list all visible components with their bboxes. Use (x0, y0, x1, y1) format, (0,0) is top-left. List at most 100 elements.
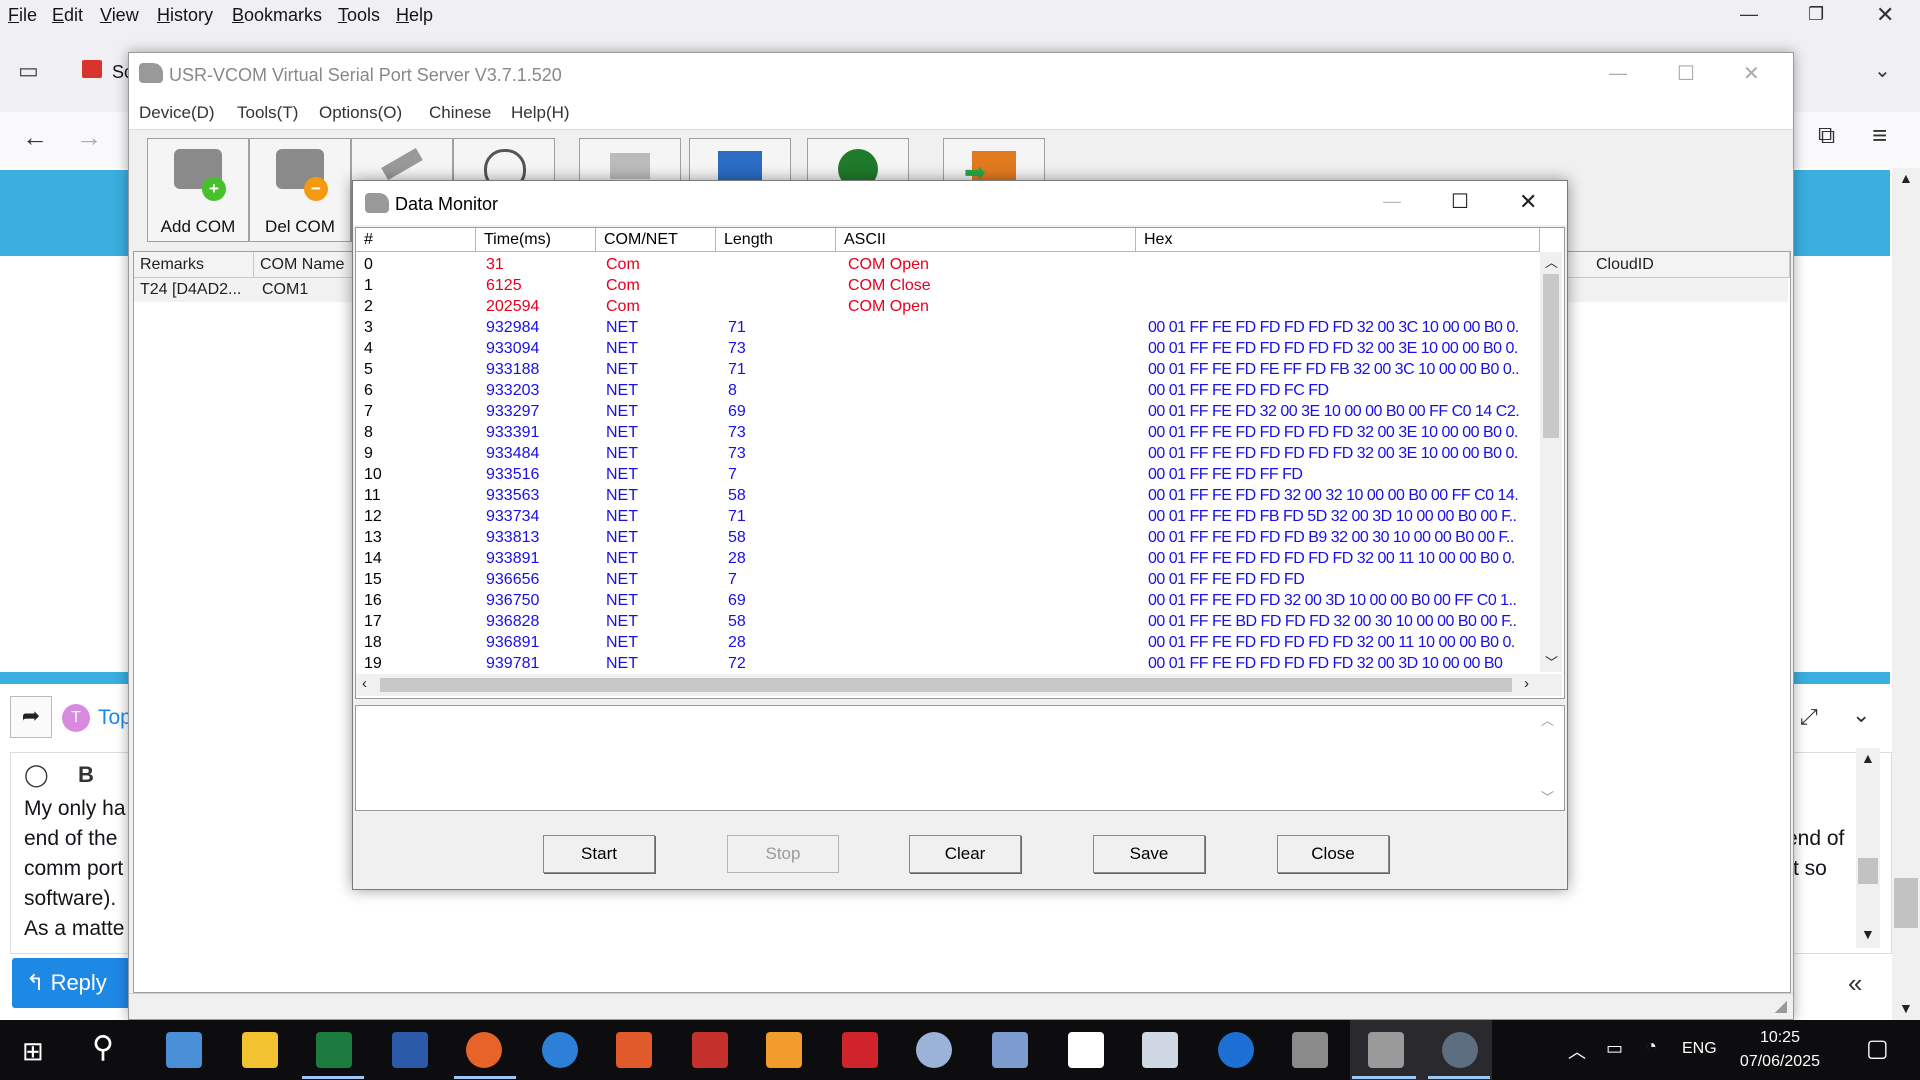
reply-button[interactable]: ↰ Reply (12, 958, 130, 1008)
bold-button[interactable]: B (78, 762, 94, 788)
collapse-icon[interactable]: ⌄ (1852, 702, 1870, 728)
table-row[interactable]: 15 936656 NET 7 00 01 FF FE FD FD FD (356, 569, 1536, 590)
menu-chinese[interactable]: Chinese (429, 103, 491, 123)
table-row[interactable]: 1 6125 Com COM Close (356, 275, 1536, 296)
file-explorer-icon[interactable] (242, 1032, 278, 1068)
menu-help[interactable]: Help (396, 5, 433, 26)
save-button[interactable]: Save (1093, 835, 1205, 873)
send-textarea[interactable]: ︿ ﹀ (355, 705, 1565, 811)
clock[interactable]: 10:25 07/06/2025 (1740, 1026, 1820, 1074)
table-row[interactable]: 10 933516 NET 7 00 01 FF FE FD FF FD (356, 464, 1536, 485)
menu-help[interactable]: Help(H) (511, 103, 570, 123)
scroll-thumb[interactable] (1894, 878, 1918, 928)
table-row[interactable]: 18 936891 NET 28 00 01 FF FE FD FD FD FD FD … (356, 632, 1536, 653)
add-com-button[interactable]: + Add COM (147, 138, 249, 242)
table-row[interactable]: 14 933891 NET 28 00 01 FF FE FD FD FD FD FD … (356, 548, 1536, 569)
tab-manager-icon[interactable]: ▭ (18, 58, 39, 84)
paint-icon[interactable] (916, 1032, 952, 1068)
extensions-icon[interactable]: ⧉ (1818, 122, 1835, 150)
log-vscrollbar[interactable]: ︿ ﹀ (1540, 252, 1562, 672)
menu-edit[interactable]: Edit (52, 5, 83, 26)
scroll-down-icon[interactable]: ▼ (1899, 1000, 1913, 1016)
clear-button[interactable]: Clear (909, 835, 1021, 873)
camera-icon[interactable] (1142, 1032, 1178, 1068)
minimize-icon[interactable]: — (1383, 191, 1401, 212)
language-indicator[interactable]: ENG (1682, 1040, 1717, 1058)
table-row[interactable]: 13 933813 NET 58 00 01 FF FE FD FD FD B9 32 … (356, 527, 1536, 548)
table-row[interactable]: 3 932984 NET 71 00 01 FF FE FD FD FD FD FD 3… (356, 317, 1536, 338)
restore-icon[interactable]: ❐ (1808, 4, 1824, 25)
menu-history[interactable]: History (157, 5, 213, 26)
vcom-tray-icon[interactable] (1292, 1032, 1328, 1068)
editor-text-left[interactable]: My only ha end of the comm port software… (24, 794, 126, 944)
word-icon[interactable] (392, 1032, 428, 1068)
menu-tools[interactable]: Tools (338, 5, 380, 26)
excel-icon[interactable] (316, 1032, 352, 1068)
scroll-up-icon[interactable]: ︿ (1545, 252, 1558, 271)
internet-explorer-icon[interactable] (1218, 1032, 1254, 1068)
share-icon[interactable]: ➦ (10, 696, 52, 738)
scroll-thumb[interactable] (1543, 274, 1559, 438)
double-chevron-left-icon[interactable]: « (1848, 968, 1862, 999)
table-row[interactable]: 11 933563 NET 58 00 01 FF FE FD FD 32 00 32 … (356, 485, 1536, 506)
col-remarks[interactable]: Remarks (134, 252, 254, 278)
page-scrollbar[interactable]: ▲ ▼ (1892, 168, 1920, 1024)
start-button[interactable]: Start (543, 835, 655, 873)
tool-icon[interactable] (992, 1032, 1028, 1068)
col-length[interactable]: Length (716, 228, 836, 252)
table-row[interactable]: 2 202594 Com COM Open (356, 296, 1536, 317)
app-icon[interactable] (692, 1032, 728, 1068)
minimize-icon[interactable]: — (1609, 63, 1627, 84)
tray-chevron-up-icon[interactable]: ︿ (1568, 1038, 1586, 1064)
table-row[interactable]: 16 936750 NET 69 00 01 FF FE FD FD 32 00 3D … (356, 590, 1536, 611)
vcom-titlebar[interactable]: USR-VCOM Virtual Serial Port Server V3.7… (129, 53, 1793, 97)
col-hex[interactable]: Hex (1136, 228, 1540, 252)
menu-options[interactable]: Options(O) (319, 103, 402, 123)
close-icon[interactable]: ✕ (1876, 2, 1894, 28)
dialog-titlebar[interactable]: Data Monitor — ☐ ✕ (353, 181, 1567, 225)
table-row[interactable]: 6 933203 NET 8 00 01 FF FE FD FD FC FD (356, 380, 1536, 401)
scroll-thumb[interactable] (380, 678, 1512, 692)
comment-icon[interactable]: ◯ (24, 762, 49, 788)
menu-device[interactable]: Device(D) (139, 103, 215, 123)
resize-grip-icon[interactable]: ◢ (1775, 996, 1787, 1016)
scroll-down-icon[interactable]: ﹀ (1545, 652, 1558, 671)
scroll-thumb[interactable] (1858, 858, 1878, 884)
table-row[interactable]: 17 936828 NET 58 00 01 FF FE BD FD FD FD 32 … (356, 611, 1536, 632)
menu-file[interactable]: File (8, 5, 37, 26)
close-button[interactable]: Close (1277, 835, 1389, 873)
col-com-name[interactable]: COM Name (254, 252, 356, 278)
table-row[interactable]: 7 933297 NET 69 00 01 FF FE FD 32 00 3E 10 0… (356, 401, 1536, 422)
notepad-icon[interactable] (1068, 1032, 1104, 1068)
windows-start-icon[interactable]: ⊞ (22, 1036, 44, 1067)
reader-icon[interactable] (842, 1032, 878, 1068)
table-row[interactable]: 0 31 Com COM Open (356, 254, 1536, 275)
menu-tools[interactable]: Tools(T) (237, 103, 298, 123)
scroll-down-icon[interactable]: ▼ (1861, 926, 1875, 942)
table-row[interactable]: 12 933734 NET 71 00 01 FF FE FD FB FD 5D 32 … (356, 506, 1536, 527)
table-row[interactable]: 19 939781 NET 72 00 01 FF FE FD FD FD FD FD … (356, 653, 1536, 674)
topic-link[interactable]: Top (98, 706, 132, 730)
col-cloudid[interactable]: CloudID (1590, 252, 1790, 278)
maximize-icon[interactable]: ☐ (1677, 61, 1695, 86)
search-icon[interactable]: ⚲ (92, 1030, 114, 1065)
del-com-button[interactable]: − Del COM (249, 138, 351, 242)
close-icon[interactable]: ✕ (1519, 189, 1537, 215)
office-app-icon[interactable] (616, 1032, 652, 1068)
notification-icon[interactable]: ▢ (1866, 1034, 1889, 1063)
scroll-down-icon[interactable]: ﹀ (1541, 787, 1554, 806)
log-hscrollbar[interactable]: ‹ › (356, 674, 1562, 696)
scroll-left-icon[interactable]: ‹ (362, 675, 367, 692)
col-time[interactable]: Time(ms) (476, 228, 596, 252)
chevron-down-icon[interactable]: ⌄ (1874, 58, 1891, 83)
menu-bookmarks[interactable]: Bookmarks (232, 5, 322, 26)
scroll-up-icon[interactable]: ▲ (1861, 750, 1875, 766)
table-row[interactable]: 8 933391 NET 73 00 01 FF FE FD FD FD FD FD 3… (356, 422, 1536, 443)
wifi-icon[interactable]: ◔ (1646, 1036, 1657, 1057)
monitor-app-icon[interactable] (1442, 1032, 1478, 1068)
hamburger-menu-icon[interactable]: ≡ (1872, 120, 1887, 151)
media-player-icon[interactable] (766, 1032, 802, 1068)
thunderbird-icon[interactable] (542, 1032, 578, 1068)
table-row[interactable]: 5 933188 NET 71 00 01 FF FE FD FE FF FD FB 3… (356, 359, 1536, 380)
editor-scrollbar[interactable]: ▲ ▼ (1856, 748, 1880, 948)
